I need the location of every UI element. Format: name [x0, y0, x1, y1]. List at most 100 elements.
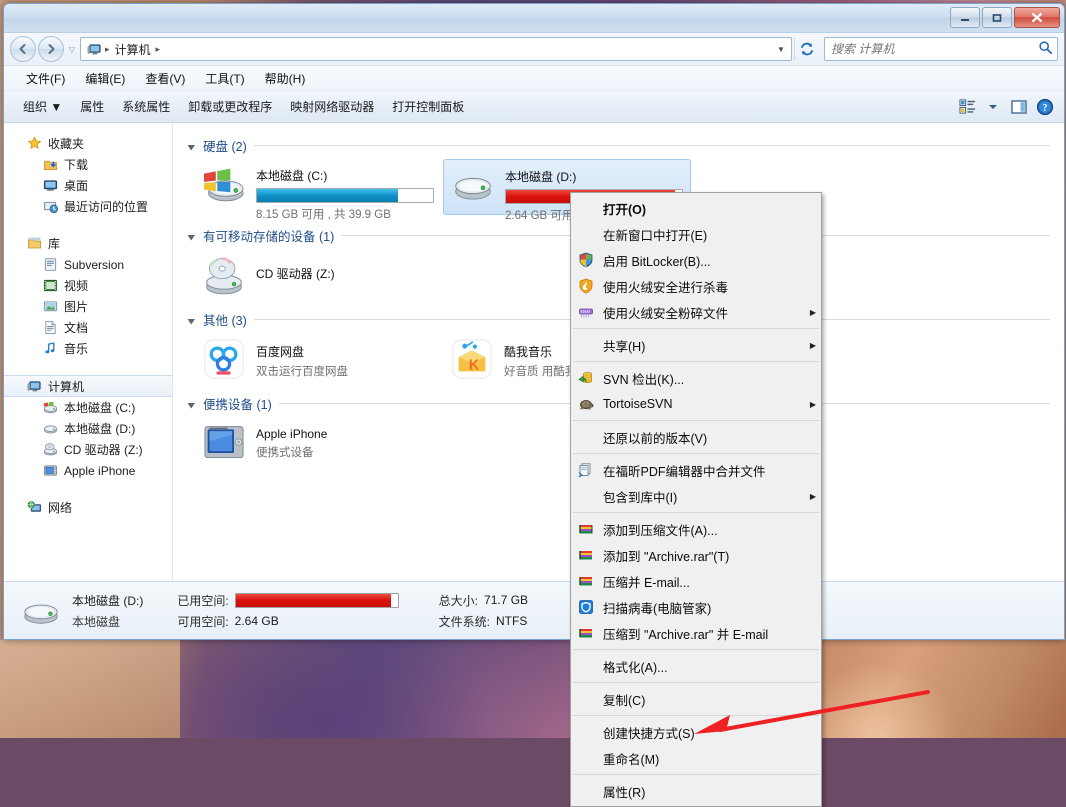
address-dropdown-caret-icon[interactable]: ▼ [773, 45, 789, 54]
maximize-button[interactable] [982, 7, 1012, 28]
sidebar-item-apple-iphone[interactable]: Apple iPhone [4, 460, 172, 481]
context-menu-separator [573, 453, 819, 454]
sidebar-item-cd-drive-z[interactable]: CD 驱动器 (Z:) [4, 439, 172, 460]
collapse-triangle-icon[interactable] [187, 315, 196, 324]
context-menu-item-create-shortcut[interactable]: 创建快捷方式(S) [571, 719, 821, 745]
search-icon[interactable] [1038, 40, 1053, 58]
menu-file[interactable]: 文件(F) [16, 67, 75, 90]
context-menu-item-huorong-shred[interactable]: 使用火绒安全粉碎文件 ▶ [571, 299, 821, 325]
collapse-triangle-icon[interactable] [187, 141, 196, 150]
toolbar-organize[interactable]: 组织 ▼ [14, 94, 71, 119]
toolbar-properties[interactable]: 属性 [71, 94, 113, 119]
refresh-icon[interactable] [794, 38, 819, 60]
context-menu-item-compress-and-email[interactable]: 压缩并 E-mail... [571, 568, 821, 594]
menu-view[interactable]: 查看(V) [135, 67, 195, 90]
sidebar-label: 图片 [64, 298, 88, 315]
hdd-icon [42, 421, 58, 437]
group-header-hard-drives[interactable]: 硬盘 (2) [187, 135, 1050, 155]
tortoisesvn-turtle-icon [571, 391, 601, 417]
address-bar[interactable]: ▸ 计算机 ▸ ▼ [80, 37, 792, 61]
context-menu-item-foxit-merge[interactable]: 在福昕PDF编辑器中合并文件 [571, 457, 821, 483]
downloads-icon [42, 157, 58, 173]
context-menu-label: 还原以前的版本(V) [601, 428, 821, 447]
sidebar-item-videos[interactable]: 视频 [4, 275, 172, 296]
sidebar-item-local-disk-c[interactable]: 本地磁盘 (C:) [4, 397, 172, 418]
menu-edit[interactable]: 编辑(E) [75, 67, 135, 90]
context-menu-item-rename[interactable]: 重命名(M) [571, 745, 821, 771]
breadcrumb-separator-trailing[interactable]: ▸ [155, 44, 162, 55]
toolbar-system-properties[interactable]: 系统属性 [113, 94, 179, 119]
toolbar-open-control-panel[interactable]: 打开控制面板 [383, 94, 473, 119]
sidebar-group-computer: 计算机 本地磁盘 (C:) [4, 375, 172, 481]
sidebar-item-local-disk-d[interactable]: 本地磁盘 (D:) [4, 418, 172, 439]
view-layout-icon[interactable] [956, 96, 978, 118]
context-menu-label: 在福昕PDF编辑器中合并文件 [601, 461, 821, 480]
help-icon[interactable]: ? [1034, 96, 1056, 118]
hdd-system-icon [42, 400, 58, 416]
context-menu-item-add-to-archive[interactable]: 添加到压缩文件(A)... [571, 516, 821, 542]
item-tile-apple-iphone[interactable]: Apple iPhone 便携式设备 [195, 417, 443, 467]
back-arrow-icon[interactable] [10, 36, 36, 62]
sidebar-item-subversion[interactable]: Subversion [4, 254, 172, 275]
context-menu-item-share[interactable]: 共享(H) ▶ [571, 332, 821, 358]
context-menu-item-open[interactable]: 打开(O) [571, 195, 821, 221]
context-menu-item-scan-virus-pcmanager[interactable]: 扫描病毒(电脑管家) [571, 594, 821, 620]
drive-tile-cd-z[interactable]: CD 驱动器 (Z:) [195, 249, 443, 299]
sidebar-item-pictures[interactable]: 图片 [4, 296, 172, 317]
close-button[interactable] [1014, 7, 1060, 28]
sidebar-item-recent-places[interactable]: 最近访问的位置 [4, 196, 172, 217]
context-menu-item-format[interactable]: 格式化(A)... [571, 653, 821, 679]
context-menu-item-include-in-library[interactable]: 包含到库中(I) ▶ [571, 483, 821, 509]
computer-icon [26, 378, 42, 394]
toolbar-map-network-drive[interactable]: 映射网络驱动器 [281, 94, 383, 119]
preview-pane-icon[interactable] [1008, 96, 1030, 118]
sidebar-label: 网络 [48, 499, 72, 516]
context-menu-item-svn-checkout[interactable]: SVN 检出(K)... [571, 365, 821, 391]
search-box[interactable] [824, 37, 1058, 61]
context-menu-item-compress-to-rar-and-email[interactable]: 压缩到 "Archive.rar" 并 E-mail [571, 620, 821, 646]
pictures-icon [42, 299, 58, 315]
status-drive-name: 本地磁盘 (D:) [72, 592, 143, 609]
sidebar-item-music[interactable]: 音乐 [4, 338, 172, 359]
context-menu-item-copy[interactable]: 复制(C) [571, 686, 821, 712]
network-icon [26, 500, 42, 516]
context-menu-item-properties[interactable]: 属性(R) [571, 778, 821, 804]
status-used-label: 已用空间: [177, 592, 228, 609]
sidebar-item-libraries[interactable]: 库 [4, 233, 172, 254]
context-menu-item-restore-previous-versions[interactable]: 还原以前的版本(V) [571, 424, 821, 450]
context-menu-label: 使用火绒安全粉碎文件 [601, 303, 805, 322]
view-dropdown-caret-icon[interactable] [982, 96, 1004, 118]
minimize-button[interactable] [950, 7, 980, 28]
context-menu-label: 重命名(M) [601, 749, 821, 768]
menu-help[interactable]: 帮助(H) [255, 67, 316, 90]
item-name: Apple iPhone [256, 427, 438, 441]
collapse-triangle-icon[interactable] [187, 399, 196, 408]
sidebar-group-libraries: 库 Subversion [4, 233, 172, 359]
sidebar-label: 音乐 [64, 340, 88, 357]
forward-arrow-icon[interactable] [38, 36, 64, 62]
context-menu-item-open-new-window[interactable]: 在新窗口中打开(E) [571, 221, 821, 247]
menu-tools[interactable]: 工具(T) [195, 67, 254, 90]
sidebar-item-desktop[interactable]: 桌面 [4, 175, 172, 196]
item-tile-baidu-netdisk[interactable]: 百度网盘 双击运行百度网盘 [195, 333, 443, 383]
svg-text:K: K [469, 358, 480, 374]
toolbar-uninstall-change-program[interactable]: 卸载或更改程序 [179, 94, 281, 119]
context-menu-item-tortoisesvn[interactable]: TortoiseSVN ▶ [571, 391, 821, 417]
sidebar-item-network[interactable]: 网络 [4, 497, 172, 518]
item-tile-body: 百度网盘 双击运行百度网盘 [256, 337, 438, 379]
context-menu-item-add-to-archive-rar[interactable]: 添加到 "Archive.rar"(T) [571, 542, 821, 568]
search-input[interactable] [829, 41, 1038, 57]
recent-pages-caret-icon[interactable]: ▽ [66, 37, 78, 61]
sidebar-item-computer[interactable]: 计算机 [4, 375, 172, 397]
context-menu[interactable]: 打开(O) 在新窗口中打开(E) 启用 BitLocker(B)... 使用火绒… [570, 192, 822, 807]
context-menu-label: 属性(R) [601, 782, 821, 801]
collapse-triangle-icon[interactable] [187, 231, 196, 240]
context-menu-item-huorong-scan[interactable]: 使用火绒安全进行杀毒 [571, 273, 821, 299]
sidebar-spacer [4, 483, 172, 497]
breadcrumb-item-computer[interactable]: 计算机 [112, 39, 154, 60]
sidebar-item-downloads[interactable]: 下载 [4, 154, 172, 175]
sidebar-item-favorites[interactable]: 收藏夹 [4, 133, 172, 154]
drive-tile-c[interactable]: 本地磁盘 (C:) 8.15 GB 可用 , 共 39.9 GB [195, 159, 443, 215]
sidebar-item-documents[interactable]: 文档 [4, 317, 172, 338]
context-menu-item-enable-bitlocker[interactable]: 启用 BitLocker(B)... [571, 247, 821, 273]
